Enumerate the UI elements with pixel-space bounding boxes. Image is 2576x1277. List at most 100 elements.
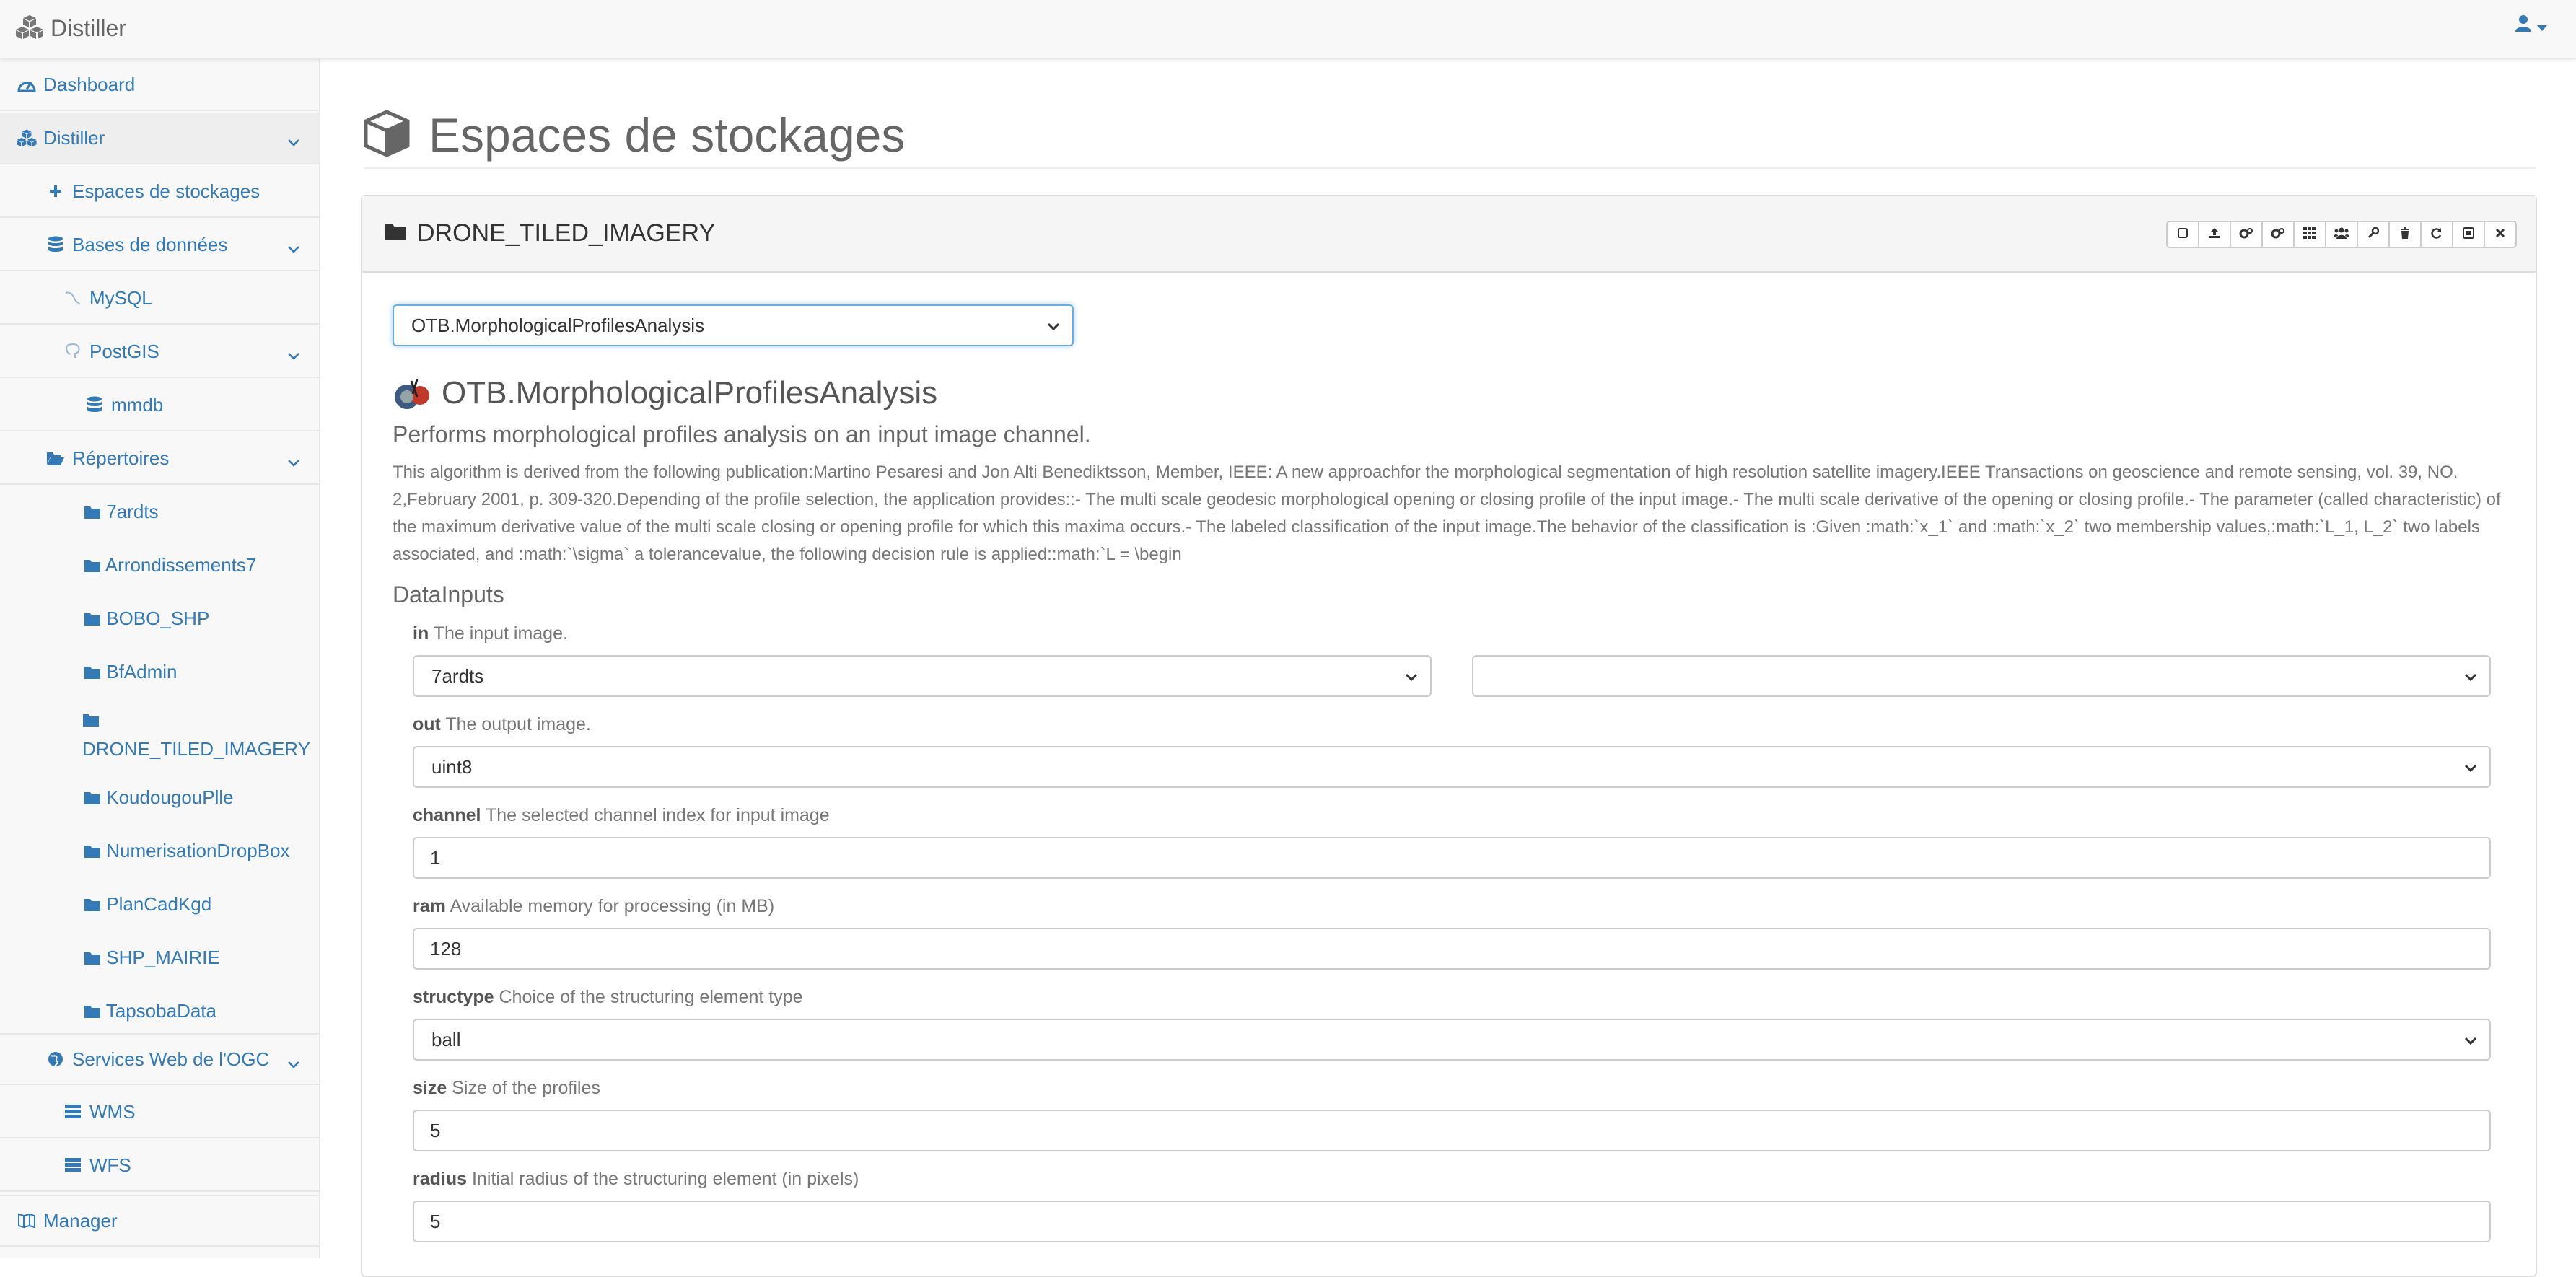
upload-icon (2208, 227, 2221, 242)
field-desc: The input image. (433, 623, 568, 644)
sidebar-item-label: Manager (43, 1209, 118, 1232)
folder-icon (84, 661, 101, 683)
folder-label: 7ardts (106, 501, 159, 522)
sidebar-item-label: Répertoires (72, 447, 170, 469)
chevron-down-icon (2463, 668, 2478, 690)
book-icon (16, 1213, 38, 1229)
panel-heading: DRONE_TILED_IMAGERY (362, 196, 2536, 273)
top-navbar: Distiller (0, 0, 2576, 59)
refresh-icon (2431, 227, 2443, 242)
in-select[interactable]: 7ardts (413, 655, 1432, 697)
grid-button[interactable] (2293, 221, 2326, 248)
sidebar-item-bases[interactable]: Bases de données (0, 219, 319, 271)
folder-icon (84, 554, 101, 576)
chevron-down-icon (287, 237, 300, 259)
folder-item-tapsobadata[interactable]: TapsobaData (84, 1000, 216, 1022)
process-button[interactable] (2230, 221, 2263, 248)
users-button[interactable] (2325, 221, 2358, 248)
delete-button[interactable] (2388, 221, 2422, 248)
brand-name: Distiller (51, 14, 126, 41)
refresh-button[interactable] (2420, 221, 2453, 248)
sidebar-item-label: Dashboard (43, 73, 136, 95)
folder-icon (84, 786, 101, 808)
field-label-channel: channel The selected channel index for i… (413, 805, 830, 826)
channel-input[interactable]: 1 (413, 837, 2491, 879)
folder-label: BfAdmin (106, 661, 178, 683)
process-alt-button[interactable] (2261, 221, 2295, 248)
new-button[interactable] (2166, 221, 2199, 248)
sidebar-item-label: Distiller (43, 126, 105, 149)
sidebar-item-ogc[interactable]: Services Web de l'OGC (0, 1033, 319, 1085)
cogs-icon (2239, 227, 2253, 242)
folder-label: TapsobaData (105, 1000, 216, 1022)
sidebar-item-mmdb[interactable]: mmdb (0, 379, 319, 431)
folder-item-shp-mairie[interactable]: SHP_MAIRIE (84, 947, 220, 969)
out-select[interactable]: uint8 (413, 746, 2491, 788)
sidebar-item-wfs[interactable]: WFS (0, 1140, 319, 1192)
sidebar-item-manager[interactable]: Manager (0, 1195, 319, 1247)
folder-item-bobo-shp[interactable]: BOBO_SHP (84, 607, 209, 630)
sidebar-item-label: MySQL (89, 286, 152, 309)
sidebar-item-label: Espaces de stockages (72, 180, 260, 202)
panel-title: DRONE_TILED_IMAGERY (384, 219, 715, 247)
window-icon (2463, 227, 2474, 242)
field-label-ram: ram Available memory for processing (in … (413, 896, 774, 917)
folder-item-bfadmin[interactable]: BfAdmin (84, 661, 178, 683)
field-name: size (413, 1078, 447, 1098)
in-secondary-select[interactable] (1472, 655, 2491, 697)
folder-label: Arrondissements7 (105, 554, 257, 576)
sidebar-item-repertoires[interactable]: Répertoires (0, 433, 319, 485)
size-input[interactable]: 5 (413, 1110, 2491, 1151)
upload-button[interactable] (2198, 221, 2231, 248)
field-desc: Initial radius of the structuring elemen… (471, 1169, 859, 1189)
process-abstract: This algorithm is derived from the follo… (393, 462, 2501, 564)
user-menu[interactable] (2515, 14, 2547, 37)
field-desc: The output image. (445, 714, 591, 734)
expand-button[interactable] (2452, 221, 2485, 248)
datainputs-title: DataInputs (393, 582, 504, 607)
trash-icon (2399, 227, 2411, 242)
cubes-icon (14, 14, 45, 43)
radius-input[interactable]: 5 (413, 1201, 2491, 1242)
page-title: Espaces de stockages (429, 108, 906, 162)
folder-icon (384, 219, 407, 247)
plus-icon (45, 184, 66, 198)
sidebar-item-wms[interactable]: WMS (0, 1087, 319, 1138)
sidebar-item-mysql[interactable]: MySQL (0, 273, 319, 325)
field-desc: Choice of the structuring element type (499, 987, 803, 1007)
square-icon (2177, 227, 2189, 242)
sidebar-item-espaces[interactable]: Espaces de stockages (0, 166, 319, 218)
sidebar-item-label: PostGIS (89, 340, 159, 362)
process-title: OTB.MorphologicalProfilesAnalysis (442, 375, 938, 411)
folder-item-numerisationdropbox[interactable]: NumerisationDropBox (84, 840, 290, 862)
chevron-down-icon (2463, 1032, 2478, 1054)
folder-item-arrondissements7[interactable]: Arrondissements7 (84, 554, 256, 576)
folder-icon (84, 501, 101, 522)
server-icon (62, 1157, 84, 1173)
folder-item-koudougouplle[interactable]: KoudougouPlle (84, 786, 234, 809)
field-label-structype: structype Choice of the structuring elem… (413, 987, 803, 1008)
user-icon (2515, 14, 2531, 37)
process-select[interactable]: OTB.MorphologicalProfilesAnalysis (393, 304, 1074, 346)
structype-select[interactable]: ball (413, 1019, 2491, 1061)
sidebar: Dashboard Distiller Espaces de stockages… (0, 59, 320, 1258)
globe-icon (45, 1051, 66, 1067)
field-label-out: out The output image. (413, 714, 591, 735)
field-name: structype (413, 987, 494, 1007)
close-button[interactable] (2484, 221, 2517, 248)
folder-item-7ardts[interactable]: 7ardts (84, 501, 159, 523)
chevron-down-icon (287, 343, 300, 366)
server-icon (62, 1104, 84, 1120)
process-logo-icon (393, 378, 433, 415)
sidebar-item-dashboard[interactable]: Dashboard (0, 59, 319, 111)
sidebar-item-distiller[interactable]: Distiller (0, 113, 319, 164)
users-icon (2334, 227, 2349, 242)
folder-item-drone-tiled-imagery[interactable]: DRONE_TILED_IMAGERY (82, 710, 319, 760)
ram-input[interactable]: 128 (413, 928, 2491, 970)
settings-button[interactable] (2357, 221, 2390, 248)
field-name: ram (413, 896, 446, 916)
folder-item-plancadkgd[interactable]: PlanCadKgd (84, 893, 211, 916)
sidebar-item-postgis[interactable]: PostGIS (0, 326, 319, 378)
brand[interactable]: Distiller (14, 10, 126, 46)
out-select-value: uint8 (431, 755, 473, 778)
